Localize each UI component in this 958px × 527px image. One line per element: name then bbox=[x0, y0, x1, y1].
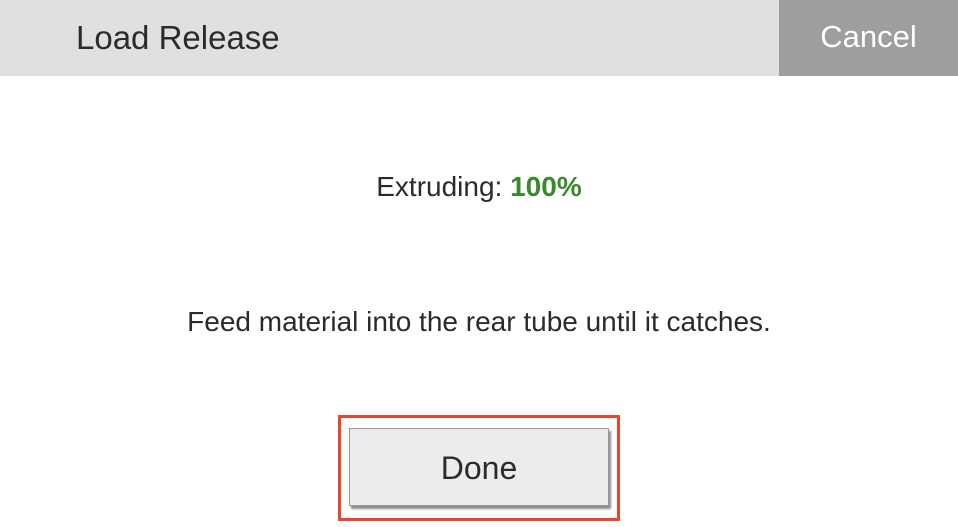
extruding-status: Extruding: 100% bbox=[0, 165, 958, 209]
status-value: 100% bbox=[510, 171, 582, 202]
instruction-text: Feed material into the rear tube until i… bbox=[187, 306, 771, 337]
load-release-screen: Load Release Cancel Extruding: 100% Feed… bbox=[0, 0, 958, 527]
status-label: Extruding: bbox=[376, 171, 503, 202]
header-bar: Load Release Cancel bbox=[0, 0, 958, 76]
done-button[interactable]: Done bbox=[349, 428, 609, 506]
cancel-button[interactable]: Cancel bbox=[779, 0, 958, 76]
page-title: Load Release bbox=[76, 19, 280, 56]
